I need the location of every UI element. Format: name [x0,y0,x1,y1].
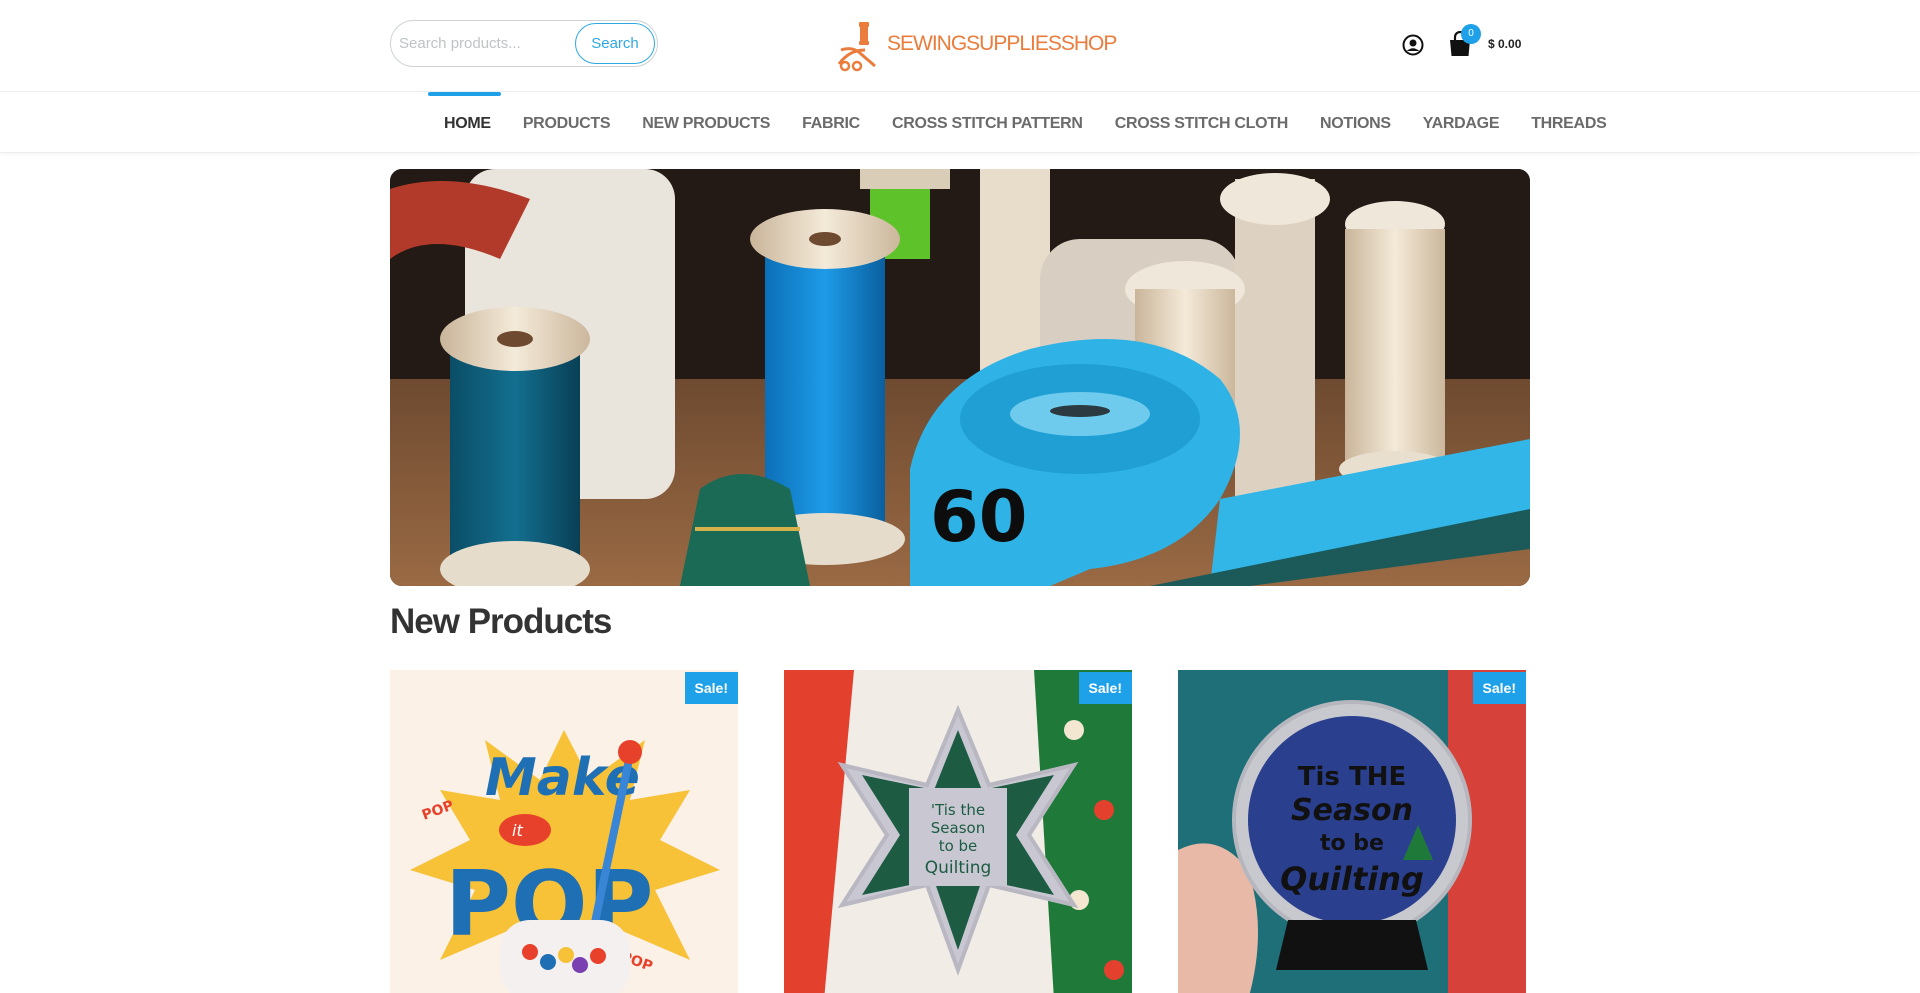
search-input[interactable] [391,21,576,66]
hero-banner: 60 [390,169,1530,586]
sale-badge: Sale! [1078,672,1132,704]
site-logo[interactable]: SEWINGSUPPLIESSHOP [835,20,1117,72]
svg-text:Tis THE: Tis THE [1298,762,1406,792]
cart-count-badge: 0 [1461,24,1481,44]
product-image: Make it POP POP POP [390,670,738,993]
tape-number: 60 [930,476,1027,558]
svg-text:'Tis the: 'Tis the [931,801,985,819]
product-image: 'Tis the Season to be Quilting [784,670,1132,993]
main-navigation: HOME PRODUCTS NEW PRODUCTS FABRIC CROSS … [0,92,1920,153]
nav-item-notions[interactable]: NOTIONS [1304,92,1407,153]
account-icon[interactable] [1402,34,1424,56]
nav-list: HOME PRODUCTS NEW PRODUCTS FABRIC CROSS … [428,92,1622,153]
nav-item-yardage[interactable]: YARDAGE [1407,92,1515,153]
svg-text:Season: Season [1291,793,1413,828]
logo-text: SEWINGSUPPLIESSHOP [887,32,1117,55]
svg-text:to be: to be [1320,831,1384,856]
nav-item-fabric[interactable]: FABRIC [786,92,876,153]
sewing-supplies-photo: 60 [390,169,1530,586]
nav-item-new-products[interactable]: NEW PRODUCTS [626,92,786,153]
nav-item-cross-stitch-pattern[interactable]: CROSS STITCH PATTERN [876,92,1099,153]
product-card[interactable]: Sale! 'Tis the Season to be Quilting [784,670,1132,993]
site-header: Search SEWINGSUPPLIESSHOP 0 $ 0.00 [0,0,1920,92]
search-form: Search [390,20,658,67]
svg-text:Quilting: Quilting [925,858,992,878]
product-card[interactable]: Sale! Make it POP POP POP [390,670,738,993]
svg-text:to be: to be [939,837,978,855]
nav-item-cross-stitch-cloth[interactable]: CROSS STITCH CLOTH [1099,92,1304,153]
svg-text:it: it [512,821,523,840]
product-card[interactable]: Sale! Tis THE Season to be Quilting [1178,670,1526,993]
nav-item-threads[interactable]: THREADS [1515,92,1622,153]
section-title: New Products [390,602,612,641]
nav-item-products[interactable]: PRODUCTS [507,92,626,153]
sale-badge: Sale! [684,672,738,704]
sale-badge: Sale! [1472,672,1526,704]
cart-total[interactable]: $ 0.00 [1488,37,1521,51]
svg-text:Season: Season [931,819,985,837]
product-image: Tis THE Season to be Quilting [1178,670,1526,993]
spool-logo-icon [837,22,876,72]
svg-text:Make: Make [485,748,640,808]
search-button[interactable]: Search [575,23,655,64]
svg-text:Quilting: Quilting [1280,860,1424,898]
nav-item-home[interactable]: HOME [428,92,507,153]
